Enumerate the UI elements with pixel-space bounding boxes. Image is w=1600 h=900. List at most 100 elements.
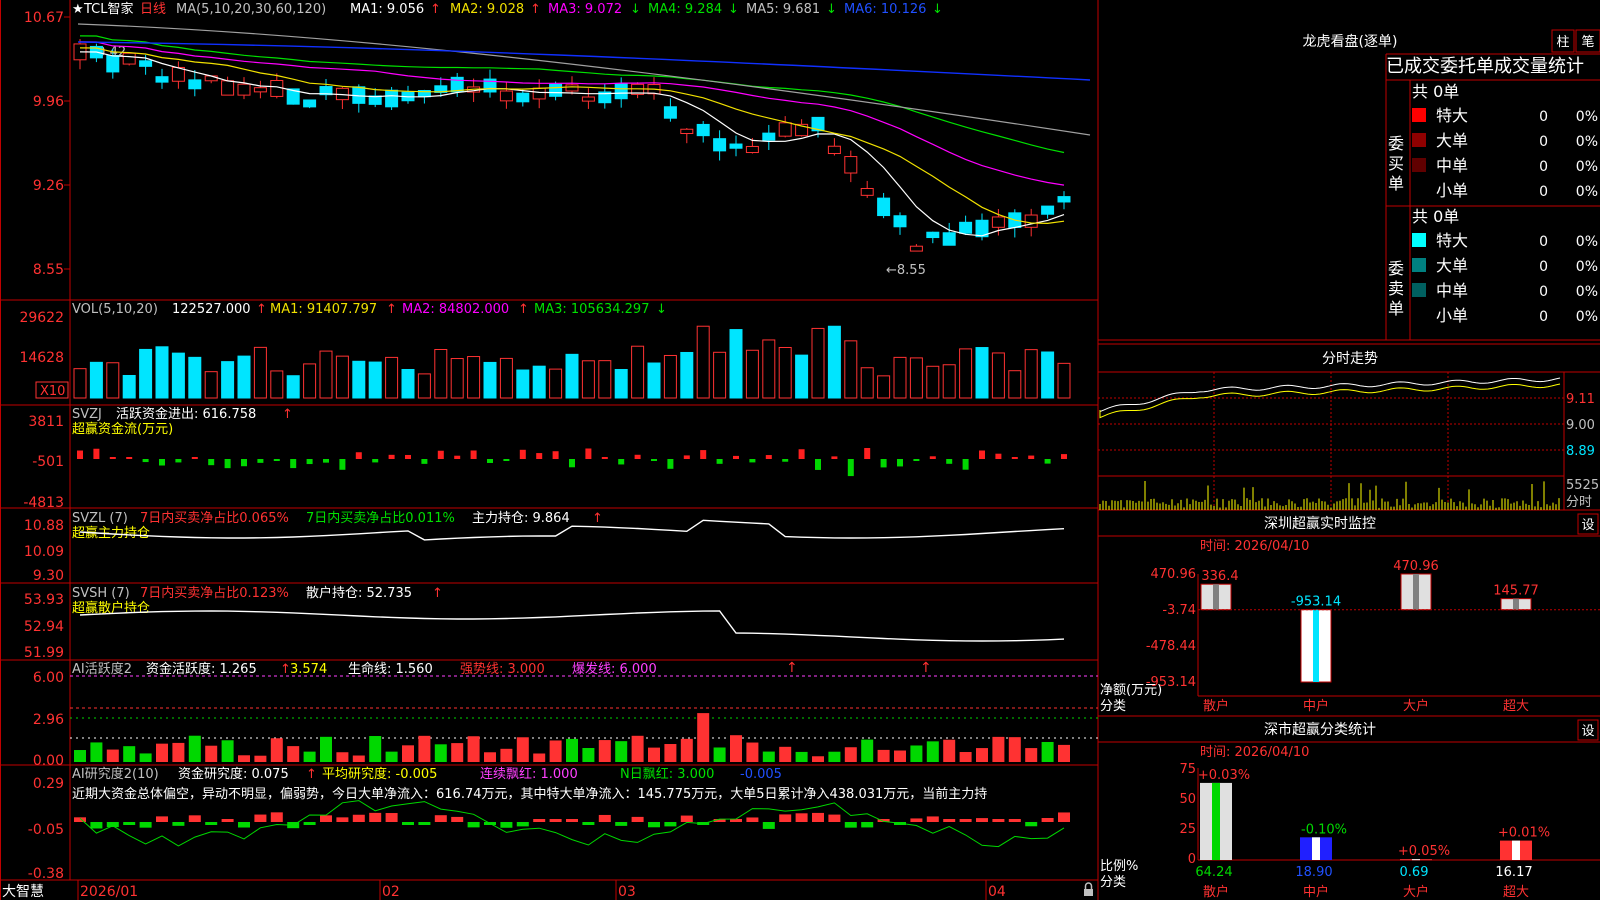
- activity-bar: [812, 756, 824, 762]
- activity-bar: [205, 745, 218, 762]
- candle-body: [713, 138, 727, 152]
- svzj-label: 活跃资金进出: 616.758: [116, 406, 256, 422]
- ma6-line: [77, 41, 1091, 81]
- candle-body: [991, 216, 1005, 228]
- candle-body: [860, 187, 874, 196]
- activity-bar: [139, 753, 152, 762]
- activity-bar: [467, 736, 480, 762]
- candle-body: [139, 60, 153, 67]
- vol-tick: 14628: [19, 350, 64, 366]
- ai-active-label-b: 3.574: [290, 662, 327, 677]
- svzj-tick: -4813: [23, 495, 64, 511]
- sell-row-pct: 0%: [1576, 259, 1598, 275]
- ma4-arrow: ↓: [728, 2, 739, 17]
- volume-bar: [303, 363, 317, 399]
- flow-bar: [880, 459, 887, 468]
- activity-bar: [1058, 744, 1070, 762]
- monitor-bar-shade: [1413, 574, 1419, 610]
- candle-body: [221, 80, 235, 96]
- ai-research-header: AI研究度2(10) 资金研究度: 0.075 ↑ 平均研究度: -0.005 …: [72, 766, 987, 802]
- stock-chart-window[interactable]: ★ TCL智家 日线 MA(5,10,20,30,60,120) MA1: 9.…: [0, 0, 1600, 900]
- flow-bar: [191, 457, 198, 459]
- monitor-x-label: 分类: [1100, 699, 1126, 714]
- volume-bar: [155, 346, 169, 399]
- activity-bar: [156, 743, 168, 762]
- monitor-tick: -3.74: [1162, 603, 1196, 618]
- flow-bar: [405, 454, 411, 459]
- research-bar: [812, 812, 824, 822]
- volume-bar: [713, 351, 727, 399]
- intraday-tick: 8.89: [1566, 444, 1595, 459]
- buy-color-swatch: [1412, 183, 1426, 197]
- research-bar: [795, 813, 808, 822]
- svsh-label-b: 散户持仓: 52.735: [306, 585, 412, 601]
- svzl-y-axis: 10.88 10.09 9.30: [24, 518, 64, 584]
- flow-bar: [979, 450, 985, 459]
- sell-color-swatch: [1412, 283, 1426, 297]
- activity-bar: [533, 753, 546, 762]
- svzj-sub: 超赢资金流(万元): [72, 421, 173, 437]
- volume-bar: [171, 352, 185, 399]
- activity-bar: [713, 747, 726, 762]
- volume-bar: [385, 356, 399, 399]
- buy-row-pct: 0%: [1576, 184, 1598, 200]
- volume-bar: [417, 373, 431, 399]
- research-bar: [221, 819, 234, 822]
- volume-bar: [516, 369, 530, 399]
- activity-bar: [402, 745, 414, 762]
- candle-body: [270, 79, 284, 97]
- classify-settings-label[interactable]: 设: [1581, 724, 1594, 739]
- ma4-value: MA4: 9.284: [648, 2, 722, 17]
- research-bar: [582, 822, 595, 825]
- dragon-tiger-title: 龙虎看盘(逐单): [1303, 33, 1398, 50]
- volume-bar: [106, 362, 120, 399]
- monitor-category: 大户: [1403, 698, 1429, 714]
- lock-icon[interactable]: [1084, 882, 1093, 896]
- signal-arrow: ↑: [786, 660, 798, 676]
- classify-bottom-label: 16.17: [1495, 865, 1532, 880]
- research-bar: [976, 818, 988, 822]
- intraday-title: 分时走势: [1322, 351, 1378, 367]
- volume-bar: [221, 361, 235, 399]
- flow-bar: [290, 459, 297, 469]
- activity-bar: [320, 736, 332, 762]
- activity-bar: [254, 755, 267, 762]
- intraday-vol-label: 分时: [1566, 495, 1592, 510]
- sell-color-swatch: [1412, 308, 1426, 322]
- research-bar: [631, 816, 644, 822]
- activity-bar: [385, 751, 398, 762]
- monitor-bar-label: 470.96: [1393, 559, 1439, 574]
- research-bar: [418, 822, 431, 825]
- flow-bar: [241, 459, 247, 467]
- activity-bar: [270, 738, 283, 762]
- research-bar: [549, 819, 562, 822]
- flow-bar: [831, 456, 838, 459]
- activity-bar: [123, 746, 136, 762]
- volume-bar: [696, 325, 710, 399]
- flow-bar: [995, 453, 1002, 459]
- vol-arrow: ↑: [256, 302, 267, 317]
- panel-frames: [0, 0, 1099, 900]
- activity-bar: [648, 747, 660, 762]
- flow-bar: [536, 453, 543, 459]
- flow-bar: [864, 448, 871, 459]
- monitor-settings-label[interactable]: 设: [1581, 518, 1594, 533]
- ma3-arrow: ↓: [630, 2, 641, 17]
- x-tick: 02: [382, 884, 400, 900]
- research-bar: [861, 822, 874, 828]
- flow-bar: [503, 459, 510, 461]
- activity-bar: [303, 751, 316, 762]
- candle-body: [893, 215, 907, 228]
- flow-bar: [634, 454, 641, 459]
- bar-view-label[interactable]: 柱: [1556, 35, 1569, 50]
- candle-body: [844, 156, 858, 174]
- svzl-label-a: 7日内买卖净占比0.065%: [140, 510, 289, 526]
- classify-bar-stripe: [1412, 859, 1420, 861]
- flow-bar: [372, 459, 379, 463]
- flow-bar: [77, 450, 83, 459]
- flow-bar: [962, 459, 969, 470]
- sell-row-pct: 0%: [1576, 284, 1598, 300]
- tick-view-label[interactable]: 笔: [1581, 34, 1594, 50]
- flow-bar: [569, 459, 575, 468]
- flow-bar: [552, 451, 559, 459]
